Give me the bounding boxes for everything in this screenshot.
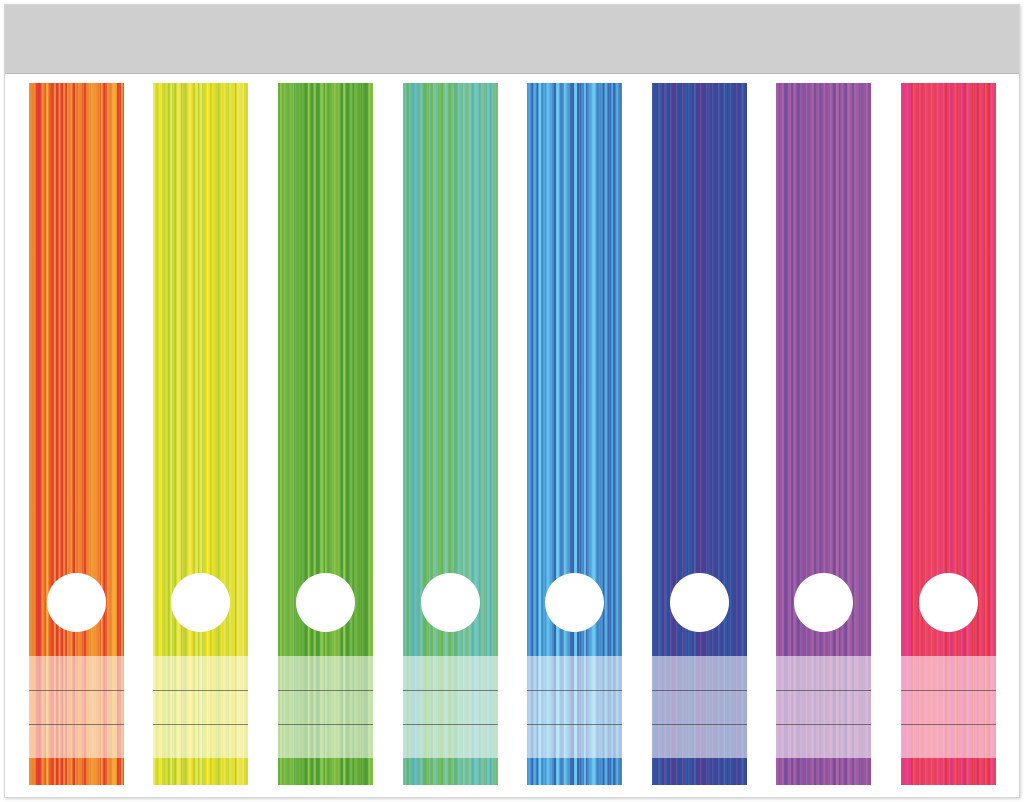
label-sheet — [4, 4, 1020, 798]
writing-line — [652, 724, 747, 725]
finger-hole — [670, 573, 729, 632]
writing-line — [527, 724, 622, 725]
label-writing-area — [278, 656, 373, 758]
label-strip-pink-red — [901, 83, 996, 785]
label-writing-area — [403, 656, 498, 758]
writing-line — [29, 690, 124, 691]
label-strip-purple — [776, 83, 871, 785]
label-writing-area — [776, 656, 871, 758]
writing-line — [776, 724, 871, 725]
writing-line — [278, 724, 373, 725]
writing-line — [153, 690, 248, 691]
writing-line — [403, 690, 498, 691]
writing-line — [153, 724, 248, 725]
writing-line — [652, 690, 747, 691]
writing-line — [901, 690, 996, 691]
label-writing-area — [153, 656, 248, 758]
writing-line — [278, 690, 373, 691]
writing-line — [901, 724, 996, 725]
finger-hole — [171, 573, 230, 632]
label-strip-teal — [403, 83, 498, 785]
writing-line — [776, 690, 871, 691]
sheet-header-strip — [5, 5, 1019, 74]
label-writing-area — [652, 656, 747, 758]
finger-hole — [421, 573, 480, 632]
label-writing-area — [29, 656, 124, 758]
finger-hole — [919, 573, 978, 632]
finger-hole — [47, 573, 106, 632]
writing-line — [29, 724, 124, 725]
label-writing-area — [901, 656, 996, 758]
finger-hole — [296, 573, 355, 632]
label-strip-yellow — [153, 83, 248, 785]
finger-hole — [794, 573, 853, 632]
label-strip-sky-blue — [527, 83, 622, 785]
label-strip-navy — [652, 83, 747, 785]
label-strip-green — [278, 83, 373, 785]
writing-line — [403, 724, 498, 725]
label-strip-red-orange — [29, 83, 124, 785]
writing-line — [527, 690, 622, 691]
finger-hole — [545, 573, 604, 632]
label-writing-area — [527, 656, 622, 758]
